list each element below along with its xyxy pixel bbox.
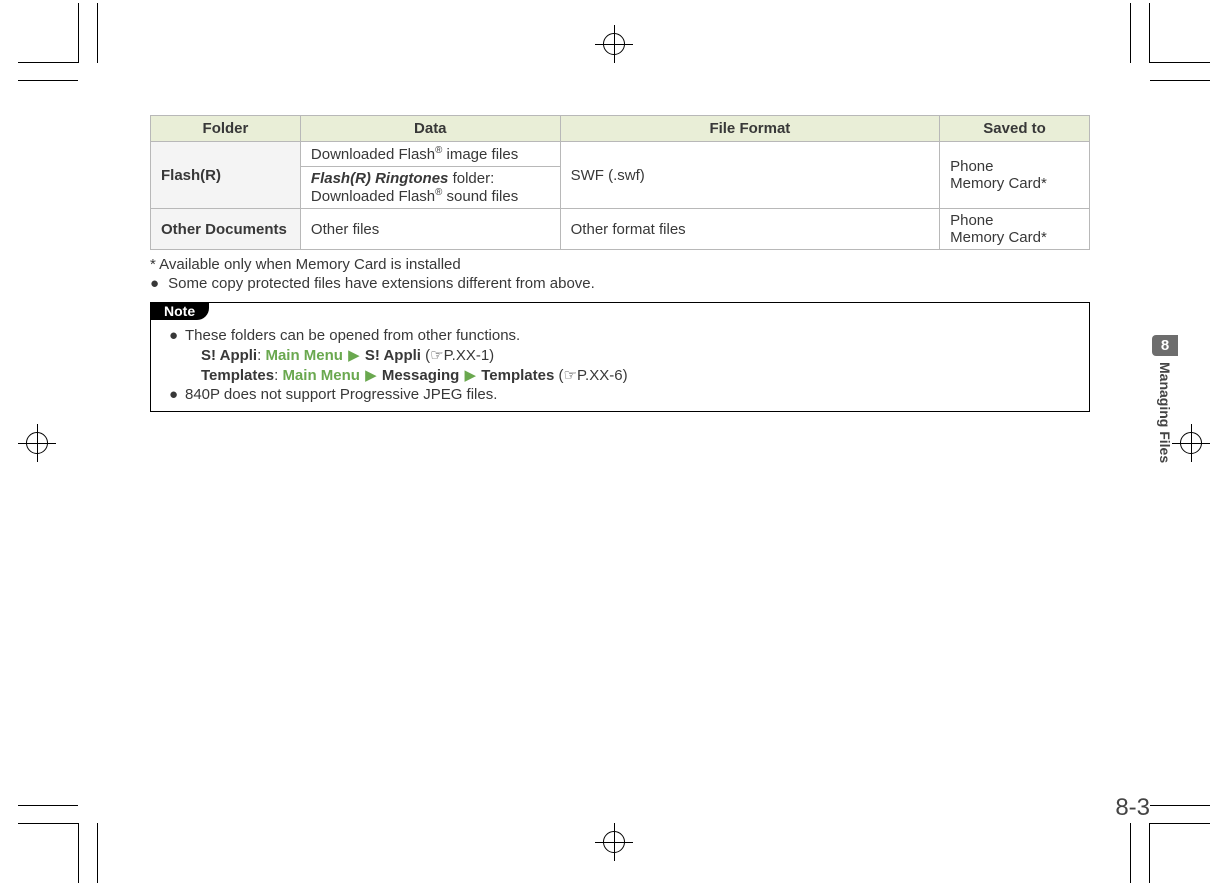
col-folder: Folder: [151, 116, 301, 142]
footnote-asterisk: * Available only when Memory Card is ins…: [150, 256, 1090, 273]
otherdoc-format: Other format files: [560, 209, 939, 250]
chapter-tab: 8 Managing Files: [1152, 335, 1178, 467]
flash-folder-cell: Flash(R): [151, 142, 301, 209]
chapter-title: Managing Files: [1157, 362, 1173, 463]
note-item: ●These folders can be opened from other …: [169, 327, 1073, 344]
page-number: 8-3: [1115, 794, 1150, 822]
col-data: Data: [300, 116, 560, 142]
flash-format: SWF (.swf): [560, 142, 939, 209]
otherdoc-data: Other files: [300, 209, 560, 250]
table-row: Flash(R) Downloaded Flash® image files S…: [151, 142, 1090, 167]
footnotes: * Available only when Memory Card is ins…: [150, 256, 1090, 292]
note-label: Note: [150, 302, 209, 320]
chapter-number: 8: [1152, 335, 1178, 356]
table-row: Other Documents Other files Other format…: [151, 209, 1090, 250]
flash-data1: Downloaded Flash® image files: [300, 142, 560, 167]
flash-saved: Phone Memory Card*: [940, 142, 1090, 209]
flash-data2: Flash(R) Ringtones folder: Downloaded Fl…: [300, 167, 560, 209]
note-box: Note ●These folders can be opened from o…: [150, 302, 1090, 412]
footnote-bullet: ● Some copy protected files have extensi…: [150, 275, 1090, 292]
page-content: Folder Data File Format Saved to Flash(R…: [150, 115, 1090, 412]
otherdoc-saved: Phone Memory Card*: [940, 209, 1090, 250]
note-path-templates: Templates: Main Menu ▶ Messaging ▶ Templ…: [169, 366, 1073, 384]
folder-table: Folder Data File Format Saved to Flash(R…: [150, 115, 1090, 250]
otherdoc-folder-cell: Other Documents: [151, 209, 301, 250]
table-header-row: Folder Data File Format Saved to: [151, 116, 1090, 142]
col-format: File Format: [560, 116, 939, 142]
note-path-sappli: S! Appli: Main Menu ▶ S! Appli (☞P.XX-1): [169, 346, 1073, 364]
note-item: ●840P does not support Progressive JPEG …: [169, 386, 1073, 403]
col-saved: Saved to: [940, 116, 1090, 142]
